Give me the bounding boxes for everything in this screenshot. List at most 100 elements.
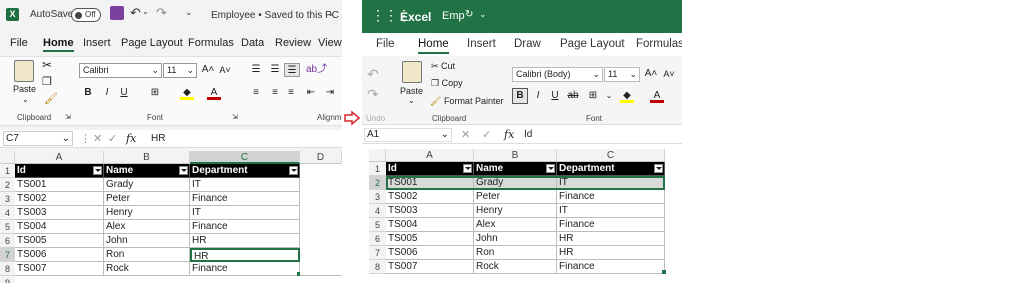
align-center-icon[interactable]: ≡ xyxy=(268,86,282,100)
filter-dropdown-icon[interactable] xyxy=(463,164,472,173)
italic-icon[interactable]: I xyxy=(101,86,113,100)
name-box[interactable]: C7 ⌄ xyxy=(3,131,73,146)
table-header-name[interactable]: Name xyxy=(104,164,190,178)
table-cell[interactable]: TS001 xyxy=(386,176,474,190)
empty-column-d[interactable] xyxy=(300,164,342,276)
strikethrough-icon[interactable]: ab xyxy=(566,89,580,103)
tab-data[interactable]: Data xyxy=(241,37,264,49)
row-header-5[interactable]: 5 xyxy=(369,218,386,232)
table-cell[interactable]: Finance xyxy=(190,192,300,206)
table-cell[interactable]: IT xyxy=(190,206,300,220)
table-cell[interactable]: Rock xyxy=(474,260,557,274)
align-middle-icon[interactable]: ☰ xyxy=(268,63,282,77)
table-cell[interactable]: Finance xyxy=(190,220,300,234)
clipboard-launcher-icon[interactable]: ⇲ xyxy=(65,113,71,121)
paste-icon[interactable] xyxy=(402,61,422,83)
table-cell[interactable]: TS005 xyxy=(386,232,474,246)
enter-icon[interactable]: ✓ xyxy=(482,128,491,141)
tab-home[interactable]: Home xyxy=(43,37,74,52)
underline-icon[interactable]: U xyxy=(549,89,561,103)
row-header-7[interactable]: 7 xyxy=(0,248,15,262)
copy-icon[interactable]: ❐ xyxy=(42,75,52,88)
filter-dropdown-icon[interactable] xyxy=(93,166,102,175)
format-painter-icon[interactable]: 🖌 xyxy=(44,92,58,105)
tab-file[interactable]: File xyxy=(376,38,395,50)
save-icon[interactable] xyxy=(110,6,124,20)
row-header-8[interactable]: 8 xyxy=(369,260,386,274)
tab-page-layout[interactable]: Page Layout xyxy=(560,38,625,50)
table-cell[interactable]: Peter xyxy=(104,192,190,206)
table-cell[interactable]: Henry xyxy=(104,206,190,220)
column-header-d[interactable]: D xyxy=(300,151,342,164)
increase-indent-icon[interactable]: ⇥ xyxy=(323,86,337,100)
table-cell[interactable]: TS006 xyxy=(386,246,474,260)
row-header-3[interactable]: 3 xyxy=(369,190,386,204)
tab-view[interactable]: View xyxy=(318,37,342,49)
font-launcher-icon[interactable]: ⇲ xyxy=(232,113,238,121)
font-size-select[interactable]: 11 ⌄ xyxy=(163,63,197,78)
row-header-7[interactable]: 7 xyxy=(369,246,386,260)
tab-review[interactable]: Review xyxy=(275,37,311,49)
row-header-3[interactable]: 3 xyxy=(0,192,15,206)
borders-dropdown-icon[interactable]: ⌄ xyxy=(605,89,613,103)
decrease-font-icon[interactable]: A˅ xyxy=(662,67,676,81)
table-cell[interactable]: John xyxy=(474,232,557,246)
table-cell[interactable]: Ron xyxy=(474,246,557,260)
paste-button[interactable]: Paste xyxy=(400,86,423,96)
table-cell[interactable]: John xyxy=(104,234,190,248)
table-cell[interactable]: Finance xyxy=(557,190,665,204)
italic-icon[interactable]: I xyxy=(532,89,544,103)
table-cell[interactable]: Alex xyxy=(474,218,557,232)
insert-function-icon[interactable]: fx xyxy=(504,128,514,141)
table-cell[interactable]: IT xyxy=(557,176,665,190)
borders-icon[interactable]: ⊞ xyxy=(148,86,162,100)
tab-formulas[interactable]: Formulas xyxy=(188,37,234,49)
filter-dropdown-icon[interactable] xyxy=(654,164,663,173)
undo-dropdown-icon[interactable]: ⌄ xyxy=(142,7,149,16)
table-cell[interactable]: TS006 xyxy=(15,248,104,262)
title-dropdown-icon[interactable]: ⌄ xyxy=(327,8,335,19)
select-all-corner[interactable] xyxy=(0,151,15,164)
column-header-b[interactable]: B xyxy=(104,151,190,164)
tab-draw[interactable]: Draw xyxy=(514,38,541,50)
table-cell[interactable]: TS007 xyxy=(386,260,474,274)
undo-icon[interactable]: ↶ xyxy=(130,5,141,21)
formula-input[interactable]: HR xyxy=(151,133,165,144)
paste-dropdown-icon[interactable]: ⌄ xyxy=(408,96,415,105)
table-cell[interactable]: Peter xyxy=(474,190,557,204)
table-cell[interactable]: HR xyxy=(557,246,665,260)
table-cell[interactable]: TS002 xyxy=(15,192,104,206)
row-header-8[interactable]: 8 xyxy=(0,262,15,276)
table-cell[interactable]: Grady xyxy=(104,178,190,192)
cancel-icon[interactable]: ✕ xyxy=(461,128,470,141)
row-header-9[interactable]: 9 xyxy=(0,276,15,283)
increase-font-icon[interactable]: A˄ xyxy=(644,67,658,81)
table-header-id[interactable]: Id xyxy=(386,162,474,176)
row-header-2[interactable]: 2 xyxy=(0,178,15,192)
table-cell[interactable]: TS007 xyxy=(15,262,104,276)
font-color-icon[interactable]: A xyxy=(207,86,221,100)
document-name[interactable]: Emp xyxy=(442,10,465,22)
filter-dropdown-icon[interactable] xyxy=(179,166,188,175)
insert-function-icon[interactable]: fx xyxy=(126,132,136,145)
chevron-down-icon[interactable]: ⌄ xyxy=(479,9,487,20)
redo-icon[interactable]: ↷ xyxy=(156,5,167,21)
decrease-indent-icon[interactable]: ⇤ xyxy=(304,86,318,100)
font-color-icon[interactable]: A xyxy=(650,89,664,103)
autosave-toggle[interactable]: Off xyxy=(71,8,101,22)
row-header-6[interactable]: 6 xyxy=(0,234,15,248)
table-cell[interactable]: Ron xyxy=(104,248,190,262)
font-name-select[interactable]: Calibri ⌄ xyxy=(79,63,162,78)
cut-button[interactable]: ✂ Cut xyxy=(431,61,455,72)
tab-insert[interactable]: Insert xyxy=(467,38,496,50)
table-cell[interactable]: Finance xyxy=(557,218,665,232)
row-header-4[interactable]: 4 xyxy=(0,206,15,220)
table-cell[interactable]: Rock xyxy=(104,262,190,276)
name-box[interactable]: A1 ⌄ xyxy=(364,128,452,142)
tab-home[interactable]: Home xyxy=(418,38,449,54)
increase-font-icon[interactable]: A˄ xyxy=(201,63,215,77)
customize-toolbar-icon[interactable]: ⌄ xyxy=(185,7,193,18)
cut-icon[interactable]: ✂ xyxy=(42,58,52,72)
underline-icon[interactable]: U xyxy=(118,86,130,100)
tab-formulas[interactable]: Formulas xyxy=(636,38,682,50)
